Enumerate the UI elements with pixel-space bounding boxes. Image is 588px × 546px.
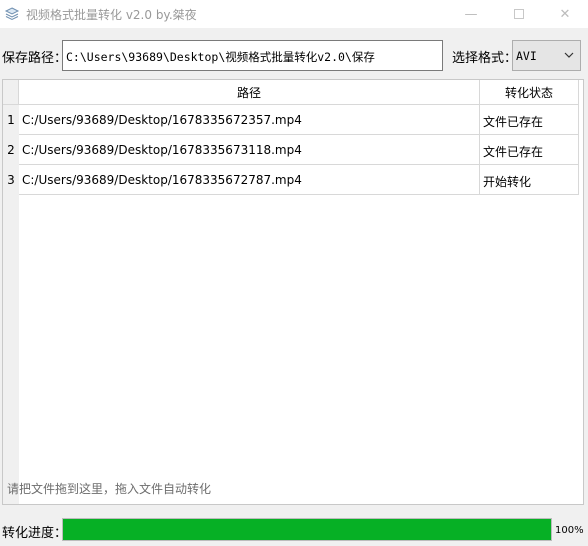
window-title: 视频格式批量转化 v2.0 by.桀夜 <box>26 7 197 22</box>
format-selected-value: AVI <box>516 49 537 63</box>
title-bar: 视频格式批量转化 v2.0 by.桀夜 — ✕ <box>0 0 588 28</box>
table-corner[interactable] <box>3 80 19 105</box>
cell-status[interactable]: 文件已存在 <box>480 105 579 135</box>
minimize-button[interactable]: — <box>448 0 494 28</box>
drop-hint: 请把文件拖到这里，拖入文件自动转化 <box>7 482 212 496</box>
table-row[interactable]: 2 C:/Users/93689/Desktop/1678335673118.m… <box>3 135 579 165</box>
save-path-input[interactable]: C:\Users\93689\Desktop\视频格式批量转化v2.0\保存 <box>62 40 443 71</box>
format-select[interactable]: AVI <box>512 40 581 71</box>
cell-path[interactable]: C:/Users/93689/Desktop/1678335672787.mp4 <box>19 165 480 195</box>
row-number[interactable]: 1 <box>3 105 19 135</box>
maximize-button[interactable] <box>496 0 542 28</box>
chevron-down-icon <box>564 52 574 58</box>
maximize-icon <box>514 9 524 19</box>
layers-icon <box>4 7 20 21</box>
cell-status[interactable]: 文件已存在 <box>480 135 579 165</box>
cell-status[interactable]: 开始转化 <box>480 165 579 195</box>
row-number[interactable]: 2 <box>3 135 19 165</box>
minimize-icon: — <box>464 6 478 22</box>
progress-bar <box>62 518 552 541</box>
table-row[interactable]: 1 C:/Users/93689/Desktop/1678335672357.m… <box>3 105 579 135</box>
file-table[interactable]: 路径 转化状态 1 C:/Users/93689/Desktop/1678335… <box>2 79 584 505</box>
format-label: 选择格式： <box>452 51 518 66</box>
progress-label: 转化进度： <box>2 526 68 541</box>
save-path-label: 保存路径： <box>2 51 68 66</box>
table-row[interactable]: 3 C:/Users/93689/Desktop/1678335672787.m… <box>3 165 579 195</box>
column-header-status[interactable]: 转化状态 <box>480 80 579 105</box>
close-icon: ✕ <box>559 6 571 22</box>
row-number[interactable]: 3 <box>3 165 19 195</box>
cell-path[interactable]: C:/Users/93689/Desktop/1678335672357.mp4 <box>19 105 480 135</box>
progress-fill <box>63 519 551 540</box>
progress-percent: 100% <box>555 525 584 536</box>
cell-path[interactable]: C:/Users/93689/Desktop/1678335673118.mp4 <box>19 135 480 165</box>
save-path-row: 保存路径： C:\Users\93689\Desktop\视频格式批量转化v2.… <box>0 40 588 71</box>
close-button[interactable]: ✕ <box>542 0 588 28</box>
column-header-path[interactable]: 路径 <box>19 80 480 105</box>
